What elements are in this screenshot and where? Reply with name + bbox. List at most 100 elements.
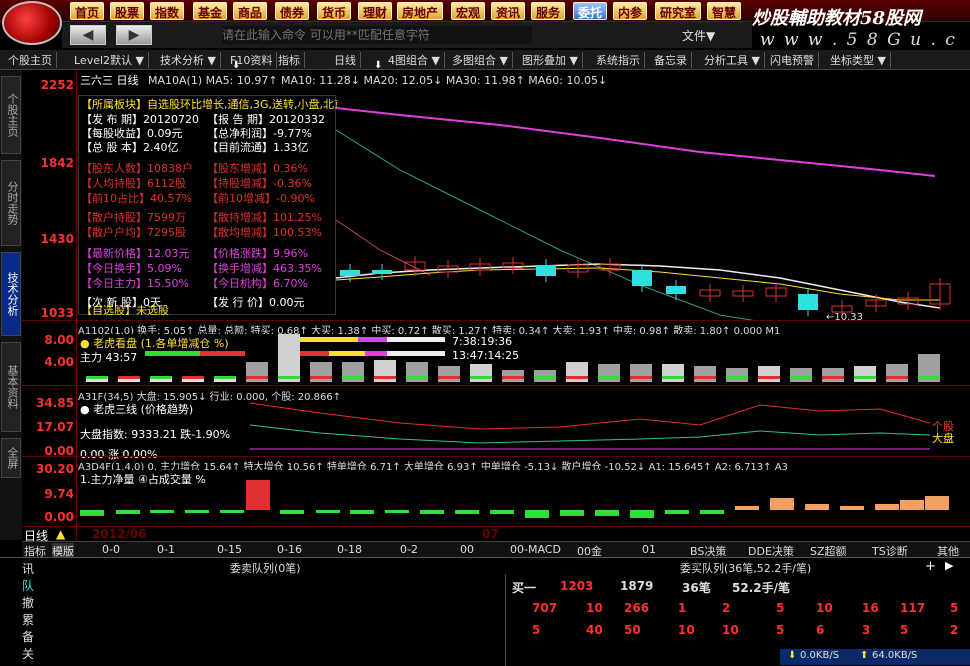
net-flow-bar	[525, 510, 549, 518]
file-menu[interactable]: 文件▼	[682, 27, 715, 44]
queue-cell: 5	[776, 623, 785, 637]
command-input[interactable]	[222, 26, 532, 44]
info-right: 【换手增减】463.35%	[207, 262, 322, 275]
info-left: 【今日换手】5.09%	[81, 262, 182, 275]
indicator-tab-16[interactable]: 其他	[937, 543, 959, 558]
volume-bar	[438, 366, 460, 382]
indicator-tab-4[interactable]: 0-15	[217, 543, 242, 557]
info-right: 【发 行 价】0.00元	[207, 296, 305, 309]
volume-bar	[790, 368, 812, 382]
volume-flag	[886, 376, 908, 379]
queue-side-tab[interactable]: 累	[22, 611, 34, 628]
net-flow-bar	[280, 510, 304, 514]
buy-head-item: 52.2手/笔	[732, 581, 790, 595]
price-label: 2252	[40, 78, 74, 92]
indicator-tab-1[interactable]: 模版	[52, 543, 74, 558]
volume-flag	[182, 376, 204, 379]
nav-11[interactable]: 服务	[531, 2, 566, 20]
volume-bar	[278, 334, 300, 382]
toolbar-item-5[interactable]: 日线	[330, 52, 361, 68]
info-left: 【散户户均】7295股	[81, 226, 186, 239]
volume-flag	[150, 376, 172, 379]
nav-15[interactable]: 智慧	[707, 2, 742, 20]
nav-6[interactable]: 货币	[317, 2, 352, 20]
panel3-header: A3D4F(1,4,0) 0, 主力增仓 15.64↑ 特大增仓 10.56↑ …	[78, 462, 788, 470]
buy-head-item: 买一	[512, 581, 537, 595]
indicator-tab-7[interactable]: 0-2	[400, 543, 418, 557]
nav-13[interactable]: 内参	[613, 2, 648, 20]
indicator-tabs: 指标 模版 0-0 0-1 0-15 0-16 0-18 0-2 00 00-MACD 00金 01 B…	[22, 541, 970, 558]
indicator-tab-0[interactable]: 指标	[24, 543, 46, 558]
indicator-tab-15[interactable]: TS诊断	[872, 543, 908, 558]
volume-flag	[758, 376, 780, 379]
volume-flag	[566, 376, 588, 379]
toolbar-item-1[interactable]: Level2默认 ▼	[70, 52, 149, 68]
period-icon[interactable]: ▲	[56, 527, 65, 541]
indicator-tab-11[interactable]: 01	[642, 543, 656, 557]
volume-bar	[214, 379, 236, 382]
indicator-tab-8[interactable]: 00	[460, 543, 474, 557]
volume-flag	[342, 376, 364, 379]
nav-4[interactable]: 商品	[233, 2, 268, 20]
nav-12[interactable]: 委托	[573, 2, 608, 20]
toolbar-item-6[interactable]: 4图组合 ▼	[384, 52, 445, 68]
net-flow-bar	[630, 510, 654, 518]
arrow-right-icon[interactable]: ▶	[945, 559, 953, 572]
net-flow-bar	[900, 500, 924, 510]
net-flow-bar	[700, 510, 724, 514]
nav-2[interactable]: 指数	[150, 2, 185, 20]
nav-5[interactable]: 债券	[275, 2, 310, 20]
info-left: 【股东人数】10838户	[81, 162, 193, 175]
nav-8[interactable]: 房地产	[397, 2, 444, 20]
indicator-tab-14[interactable]: SZ超额	[810, 543, 847, 558]
indicator-tab-9[interactable]: 00-MACD	[510, 543, 561, 557]
indicator-tab-6[interactable]: 0-18	[337, 543, 362, 557]
price-label: 1430	[40, 232, 74, 246]
queue-cell: 2	[950, 623, 959, 637]
indicator-tab-13[interactable]: DDE决策	[748, 543, 794, 558]
indicator-tab-12[interactable]: BS决策	[690, 543, 726, 558]
volume-flag	[918, 376, 940, 379]
volume-bar	[86, 379, 108, 382]
info-right: 【前10增减】-0.90%	[207, 192, 315, 205]
back-button[interactable]: ◀	[70, 25, 106, 45]
toolbar-item-13[interactable]: 坐标类型 ▼	[826, 52, 891, 68]
toolbar-item-2[interactable]: 技术分析 ▼	[156, 52, 221, 68]
add-icon[interactable]: +	[925, 559, 936, 574]
volume-flag	[470, 376, 492, 379]
queue-side-tab[interactable]: 撤	[22, 594, 34, 611]
toolbar-item-7[interactable]: 多图组合 ▼	[448, 52, 513, 68]
toolbar-item-12[interactable]: 闪电预警	[766, 52, 819, 68]
queue-side-tab[interactable]: 队	[22, 577, 34, 594]
indicator-tab-5[interactable]: 0-16	[277, 543, 302, 557]
toolbar-item-0[interactable]: 个股主页	[4, 52, 57, 68]
queue-cell: 266	[624, 601, 650, 615]
nav-14[interactable]: 研究室	[655, 2, 702, 20]
info-right: 【今日机构】6.70%	[207, 277, 308, 290]
download-icon: ⬇	[788, 650, 797, 661]
price-label: 1033	[40, 306, 74, 320]
volume-flag	[502, 376, 524, 379]
toolbar-item-9[interactable]: 系统指示	[592, 52, 645, 68]
volume-flag	[630, 376, 652, 379]
toolbar-item-11[interactable]: 分析工具 ▼	[700, 52, 765, 68]
nav-10[interactable]: 资讯	[491, 2, 526, 20]
volume-bar	[854, 366, 876, 382]
indicator-tab-10[interactable]: 00金	[577, 543, 602, 558]
indicator-tab-3[interactable]: 0-1	[157, 543, 175, 557]
forward-button[interactable]: ▶	[116, 25, 152, 45]
volume-bar	[470, 364, 492, 382]
indicator-tab-2[interactable]: 0-0	[102, 543, 120, 557]
nav-7[interactable]: 理财	[358, 2, 393, 20]
queue-side-tab[interactable]: 关	[22, 645, 34, 662]
toolbar-item-4[interactable]: 指标	[274, 52, 305, 68]
nav-3[interactable]: 基金	[193, 2, 228, 20]
toolbar-item-10[interactable]: 备忘录	[650, 52, 692, 68]
nav-1[interactable]: 股票	[110, 2, 145, 20]
nav-9[interactable]: 宏观	[451, 2, 486, 20]
nav-0[interactable]: 首页	[70, 2, 105, 20]
queue-side-tab[interactable]: 讯	[22, 560, 34, 577]
net-flow-chart	[80, 480, 949, 518]
toolbar-item-8[interactable]: 图形叠加 ▼	[518, 52, 583, 68]
queue-side-tab[interactable]: 备	[22, 628, 34, 645]
